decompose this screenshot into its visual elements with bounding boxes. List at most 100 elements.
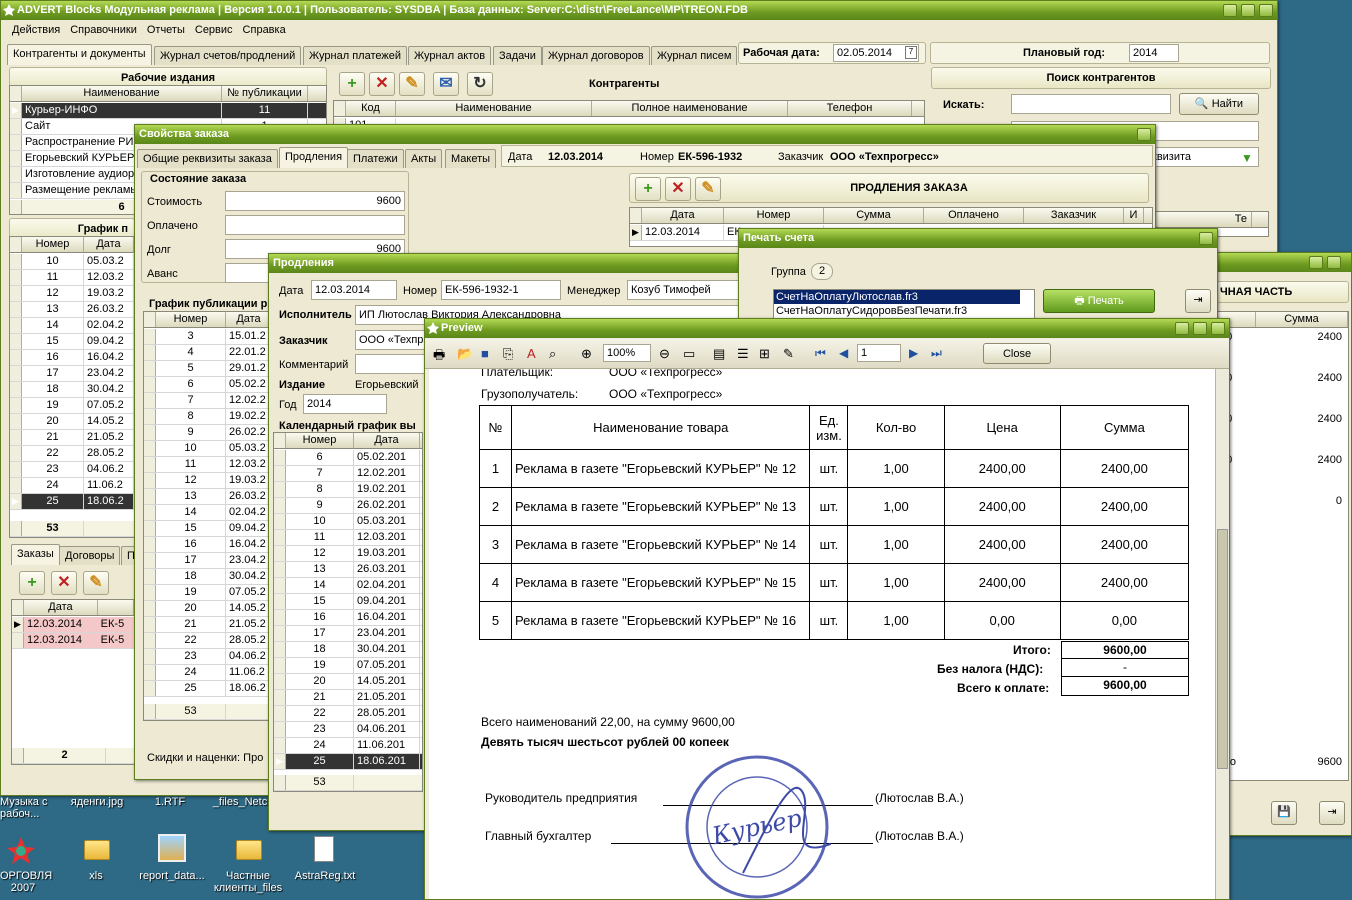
tab-letters[interactable]: Журнал писем [651,46,738,65]
table-row[interactable]: 15 09.04.201 [274,594,422,610]
refresh-icon[interactable]: ↻ [467,72,493,96]
tab-layouts[interactable]: Макеты [445,149,497,168]
table-row[interactable]: 13 26.03.2 [10,302,134,318]
col-cal-num[interactable]: Номер [286,433,354,448]
print-file-item[interactable]: СчетНаОплатуЛютослав.fr3 [774,290,1020,304]
tab-order-payments[interactable]: Платежи [347,149,404,168]
book-icon[interactable]: ⊞ [759,346,770,362]
table-row[interactable]: 16 16.04.2 [144,537,272,553]
table-row[interactable]: 23 04.06.2 [10,462,134,478]
paid-input[interactable] [225,215,405,235]
tab-contracts-bottom[interactable]: Договоры [59,546,121,565]
close-button[interactable] [1199,232,1213,245]
col-number[interactable]: Номер [22,237,84,252]
table-row[interactable]: 15 09.04.2 [10,334,134,350]
mail-icon[interactable]: ✉ [433,72,459,96]
image-file-icon[interactable] [158,834,186,862]
table-row[interactable]: 18 30.04.2 [144,569,272,585]
col-pub-date[interactable]: Дата [226,312,272,327]
ext-date-input[interactable]: 12.03.2014 [311,280,397,300]
tab-general[interactable]: Общие реквизиты заказа [137,149,278,168]
col-pub-num[interactable]: Номер [156,312,226,327]
table-row[interactable]: 23 04.06.201 [274,722,422,738]
table-row[interactable]: 22 28.05.2 [10,446,134,462]
table-row[interactable]: 19 07.05.2 [10,398,134,414]
plan-year-input[interactable]: 2014 [1129,44,1179,62]
table-row[interactable]: ▶ 25 18.06.201 [274,754,422,770]
tab-tasks[interactable]: Задачи [493,46,542,65]
table-row[interactable]: 19 07.05.2 [144,585,272,601]
menu-refs[interactable]: Справочники [65,21,142,39]
zoom-out-icon[interactable]: ⊖ [659,346,670,362]
table-row[interactable]: 6 05.02.2 [144,377,272,393]
table-row[interactable]: 11 12.03.2 [10,270,134,286]
desktop-label-rtf[interactable]: 1.RTF [140,796,200,808]
col-ext-cust[interactable]: Заказчик [1024,208,1124,223]
tab-payments[interactable]: Журнал платежей [303,46,407,65]
col-order-date[interactable]: Дата [24,600,98,615]
table-row[interactable]: 21 21.05.201 [274,690,422,706]
table-row[interactable]: 18 30.04.2 [10,382,134,398]
table-row[interactable]: 12 19.03.2 [144,473,272,489]
print-group-value[interactable]: 2 [811,263,833,280]
minimize-button[interactable] [1223,4,1237,17]
next-page-icon[interactable]: ▶ [909,346,918,360]
table-row[interactable]: 20 14.05.2 [10,414,134,430]
table-row[interactable]: 21 21.05.2 [144,617,272,633]
ext-cust-input[interactable]: ООО «Техпр [355,330,435,350]
text-file-icon[interactable] [314,836,334,862]
table-row[interactable]: 12 19.03.2 [10,286,134,302]
preview-scrollbar[interactable] [1215,369,1229,899]
col-cal-date[interactable]: Дата [354,433,420,448]
table-row[interactable]: 8 19.02.201 [274,482,422,498]
zoom-select[interactable]: 100% [603,344,651,362]
table-row[interactable]: 17 23.04.2 [10,366,134,382]
desktop-label-xls[interactable]: xls [76,870,116,882]
col-full-name[interactable]: Полное наименование [592,101,788,116]
page-setup-icon[interactable]: ▤ [713,346,725,362]
col-sum[interactable]: Сумма [1256,312,1348,327]
col-ext-date[interactable]: Дата [642,208,724,223]
outline-icon[interactable]: ☰ [737,346,749,362]
desktop-label-clients[interactable]: Частные клиенты_files [210,870,286,894]
ext-mgr-input[interactable]: Козуб Тимофей [627,280,739,300]
table-row[interactable]: 15 09.04.2 [144,521,272,537]
first-page-icon[interactable]: ⏮ [815,346,826,361]
delete-order-button[interactable]: ✕ [51,571,77,595]
desktop-label-torgovlya[interactable]: ОРГОВЛЯ 2007 [0,870,52,894]
col-num[interactable]: № публикации [222,86,308,101]
delete-contr-button[interactable]: ✕ [369,72,395,96]
fit-page-icon[interactable]: ▭ [683,346,695,362]
zoom-in-icon[interactable]: ⊕ [581,346,592,362]
menu-actions[interactable]: Действия [7,21,65,39]
table-row[interactable]: 17 23.04.201 [274,626,422,642]
col-ext-sum[interactable]: Сумма [824,208,924,223]
ext-comment-input[interactable] [355,354,435,374]
table-row[interactable]: 24 11.06.201 [274,738,422,754]
table-row[interactable]: 16 16.04.2 [10,350,134,366]
table-row[interactable]: 10 05.03.2 [10,254,134,270]
table-row[interactable]: 16 16.04.201 [274,610,422,626]
tab-orders[interactable]: Заказы [11,544,60,565]
minimize-button[interactable] [1175,322,1189,335]
ext-row-date[interactable]: 12.03.2014 [642,225,724,240]
table-row[interactable]: 25 18.06.2 [144,681,272,697]
open-icon[interactable]: 📂 [457,346,473,362]
col-name[interactable]: Наименование [22,86,222,101]
pdf-icon[interactable]: A [527,346,536,361]
tab-extensions[interactable]: Продления [279,147,349,168]
col-date[interactable]: Дата [84,237,134,252]
menu-reports[interactable]: Отчеты [142,21,190,39]
tab-counterparties[interactable]: Контрагенты и документы [7,44,152,65]
find-button[interactable]: 🔍 Найти [1179,93,1259,115]
table-row[interactable]: ▶ Курьер-ИНФО 11 [10,103,326,119]
desktop-label-report[interactable]: report_data... [134,870,210,882]
table-row[interactable]: 20 14.05.201 [274,674,422,690]
table-row[interactable]: 6 05.02.201 [274,450,422,466]
close-button[interactable] [1259,4,1273,17]
order-num[interactable]: ЕК-5 [98,633,134,648]
table-row[interactable]: 18 30.04.201 [274,642,422,658]
desktop-label-music[interactable]: Музыка с рабоч... [0,796,58,820]
add-contr-button[interactable]: + [339,72,365,96]
table-row[interactable]: 22 28.05.2 [144,633,272,649]
